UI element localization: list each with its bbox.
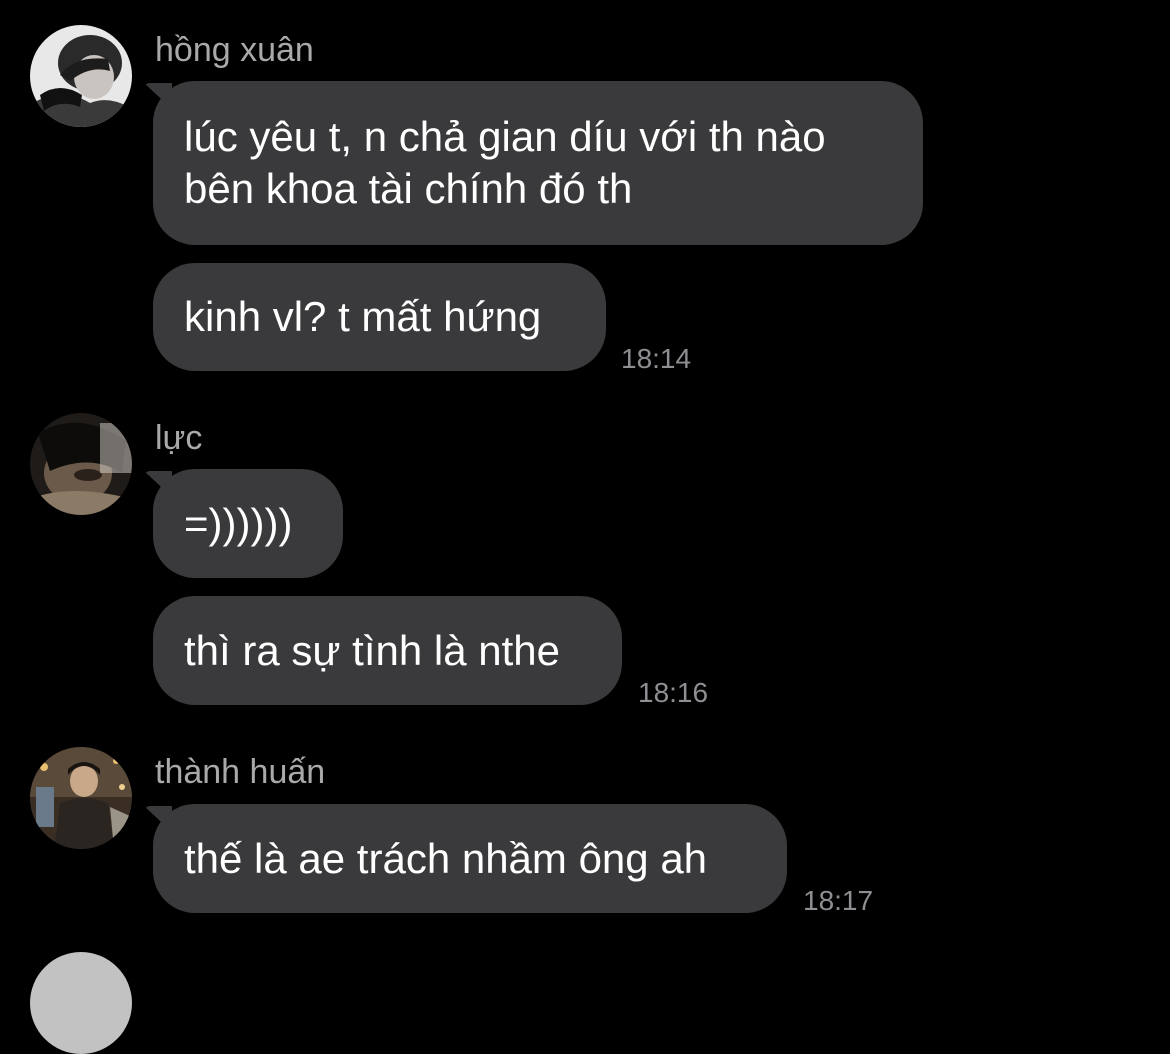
user-avatar-photo-icon[interactable]: [30, 25, 132, 127]
sender-name: hồng xuân: [155, 31, 314, 69]
sender-name: lực: [155, 419, 203, 457]
message-bubble[interactable]: thế là ae trách nhầm ông ah: [153, 804, 787, 913]
message-text-line: thế là ae trách nhầm ông ah: [184, 834, 708, 882]
message-bubble[interactable]: kinh vl? t mất hứng: [153, 263, 606, 371]
user-avatar-photo-icon[interactable]: [30, 747, 132, 849]
message-bubble[interactable]: lúc yêu t, n chả gian díu với th nào bên…: [153, 81, 923, 245]
message-timestamp: 18:17: [803, 885, 874, 916]
message-bubble[interactable]: =)))))): [153, 469, 343, 578]
message-text-line: lúc yêu t, n chả gian díu với th nào: [184, 113, 826, 160]
message-bubble[interactable]: thì ra sự tình là nthe: [153, 596, 622, 705]
user-avatar-photo-icon[interactable]: [30, 413, 132, 515]
message-timestamp: 18:14: [621, 343, 692, 374]
message-timestamp: 18:16: [638, 677, 709, 708]
sender-name: thành huấn: [155, 753, 326, 791]
message-text-line: =)))))): [184, 499, 293, 547]
user-avatar-photo-icon[interactable]: [30, 952, 132, 1054]
message-text-line: thì ra sự tình là nthe: [184, 626, 560, 674]
message-text-line: kinh vl? t mất hứng: [184, 293, 542, 340]
message-text-line: bên khoa tài chính đó th: [184, 165, 633, 212]
